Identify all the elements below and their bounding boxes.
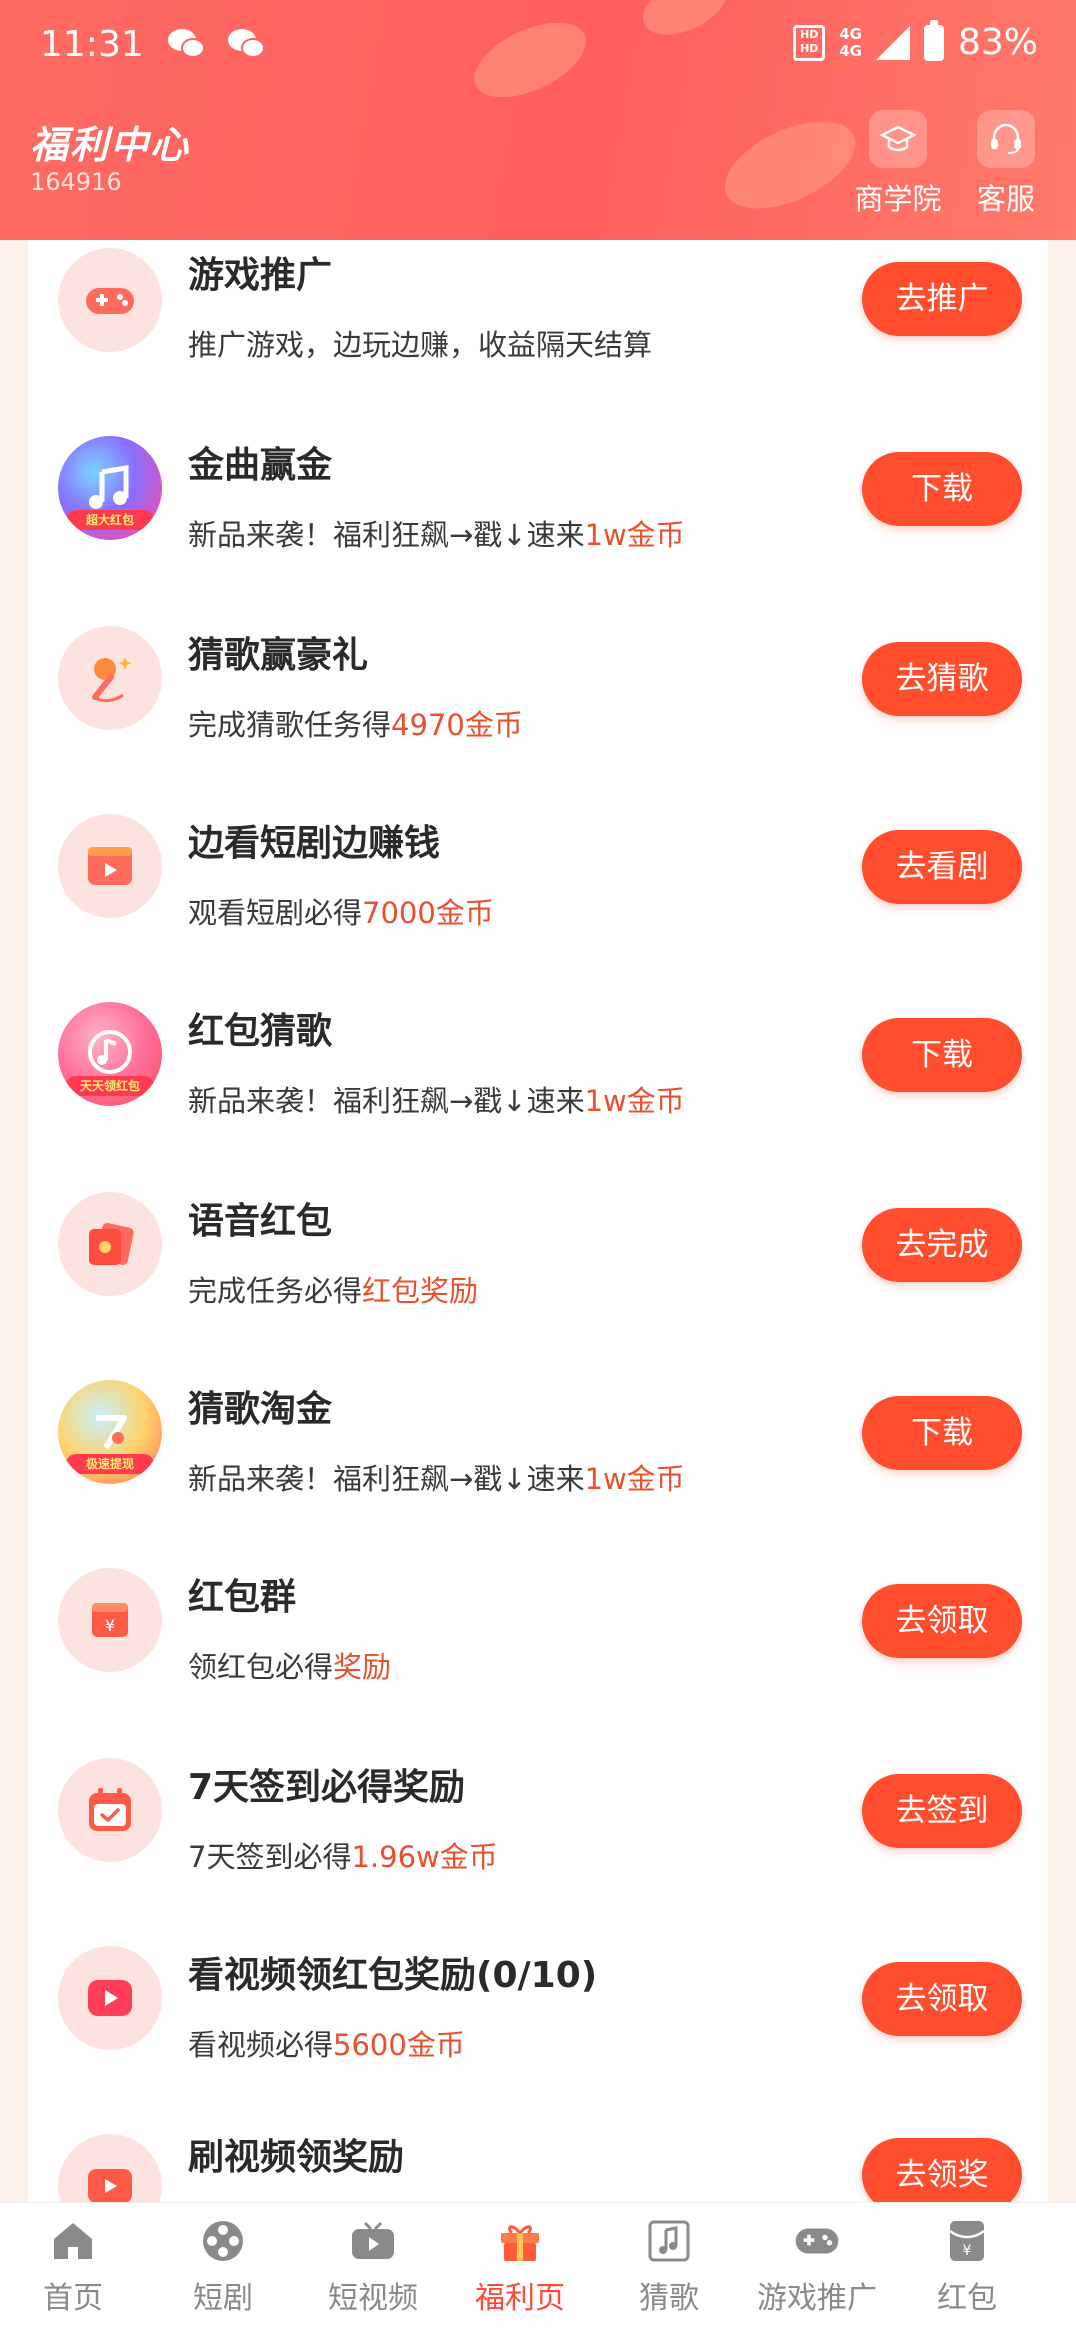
task-title: 游戏推广 <box>188 255 333 296</box>
task-desc: 观看短剧必得7000金币 <box>188 896 494 930</box>
app-music-icon: 天天领红包 <box>58 1002 162 1106</box>
gamepad-icon <box>795 2228 839 2254</box>
microphone-icon <box>58 626 162 730</box>
battery-percent: 83% <box>957 22 1038 63</box>
status-indicators: HD HD 4G 4G 83% <box>793 19 1038 63</box>
graduation-cap-icon <box>880 125 916 152</box>
task-title: 边看短剧边赚钱 <box>188 823 441 864</box>
user-id: 164916 <box>30 168 122 196</box>
page-title: 福利中心 <box>30 123 191 167</box>
task-title: 红包群 <box>188 1577 297 1618</box>
task-row-voice-red-packet: 语音红包 完成任务必得红包奖励 去完成 <box>28 1186 1048 1375</box>
video-icon <box>58 2134 162 2202</box>
task-desc: 看视频必得5600金币 <box>188 2028 465 2062</box>
customer-service-button[interactable]: 客服 <box>952 110 1060 218</box>
task-title: 猜歌赢豪礼 <box>188 635 369 676</box>
red-envelope-icon: ¥ <box>949 2221 985 2261</box>
task-row-game-promotion: 游戏推广 推广游戏，边玩边赚，收益隔天结算 去推广 <box>28 240 1048 429</box>
task-desc: 新品来袭！福利狂飙→戳↓速来1w金币 <box>188 1084 685 1118</box>
gift-icon <box>501 2225 539 2261</box>
home-icon <box>54 2223 92 2259</box>
wechat-icon <box>168 29 205 58</box>
task-row-golden-song: 超大红包 金曲赢金 新品来袭！福利狂飙→戳↓速来1w金币 下载 <box>28 430 1048 619</box>
nav-home[interactable]: 首页 <box>18 2217 128 2317</box>
task-row-red-packet-group: ¥ 红包群 领红包必得奖励 去领取 <box>28 1562 1048 1751</box>
calendar-check-icon <box>58 1758 162 1862</box>
task-row-guess-song-prize: 猜歌赢豪礼 完成猜歌任务得4970金币 去猜歌 <box>28 620 1048 809</box>
download-button[interactable]: 下载 <box>862 1396 1022 1470</box>
claim-reward-button[interactable]: 去领奖 <box>862 2138 1022 2202</box>
guess-song-button[interactable]: 去猜歌 <box>862 642 1022 716</box>
task-row-browse-video: 刷视频领奖励 去领奖 <box>28 2128 1048 2202</box>
nav-welfare[interactable]: 福利页 <box>465 2217 575 2317</box>
headset-icon <box>991 123 1021 154</box>
network-label: 4G 4G <box>839 24 862 60</box>
task-title: 刷视频领奖励 <box>188 2137 405 2178</box>
svg-text:¥: ¥ <box>963 2243 972 2259</box>
bottom-nav: 首页 短剧 短视频 福利页 猜歌 游戏推广 ¥ 红包 <box>0 2202 1076 2329</box>
music-note-icon <box>648 2220 690 2262</box>
nav-short-video[interactable]: 短视频 <box>318 2217 428 2317</box>
nav-short-drama[interactable]: 短剧 <box>168 2217 278 2317</box>
svg-text:¥: ¥ <box>105 1616 115 1635</box>
play-icon <box>58 1946 162 2050</box>
complete-button[interactable]: 去完成 <box>862 1208 1022 1282</box>
task-title: 猜歌淘金 <box>188 1389 333 1430</box>
hd-icon: HD HD <box>793 24 826 61</box>
task-desc: 新品来袭！福利狂飙→戳↓速来1w金币 <box>188 1462 685 1496</box>
task-title: 7天签到必得奖励 <box>188 1767 466 1808</box>
app-music-icon: 超大红包 <box>58 436 162 540</box>
task-desc: 推广游戏，边玩边赚，收益隔天结算 <box>188 328 653 362</box>
task-row-short-drama: 边看短剧边赚钱 观看短剧必得7000金币 去看剧 <box>28 808 1048 997</box>
checkin-button[interactable]: 去签到 <box>862 1774 1022 1848</box>
nav-red-packet[interactable]: ¥ 红包 <box>912 2217 1022 2317</box>
promote-button[interactable]: 去推广 <box>862 262 1022 336</box>
task-list: 游戏推广 推广游戏，边玩边赚，收益隔天结算 去推广 超大红包 金曲赢金 新品来袭… <box>28 240 1048 2202</box>
task-desc: 完成任务必得红包奖励 <box>188 1274 479 1308</box>
claim-button[interactable]: 去领取 <box>862 1962 1022 2036</box>
business-school-button[interactable]: 商学院 <box>844 110 952 218</box>
task-row-watch-video: 看视频领红包奖励(0/10) 看视频必得5600金币 去领取 <box>28 1940 1048 2129</box>
tv-icon <box>352 2221 394 2259</box>
header: 11:31 HD HD 4G 4G 83% 福利中心 164916 商学院 客服 <box>0 0 1076 240</box>
task-title: 金曲赢金 <box>188 445 333 486</box>
battery-icon <box>923 19 944 61</box>
claim-button[interactable]: 去领取 <box>862 1584 1022 1658</box>
download-button[interactable]: 下载 <box>862 452 1022 526</box>
task-title: 看视频领红包奖励(0/10) <box>188 1955 598 1996</box>
yuan-envelope-icon: ¥ <box>58 1568 162 1672</box>
nav-guess-song[interactable]: 猜歌 <box>614 2217 724 2317</box>
video-play-icon <box>58 814 162 918</box>
task-title: 语音红包 <box>188 1201 333 1242</box>
task-row-song-gold: 极速提现 猜歌淘金 新品来袭！福利狂飙→戳↓速来1w金币 下载 <box>28 1374 1048 1563</box>
task-title: 红包猜歌 <box>188 1011 333 1052</box>
status-time: 11:31 <box>40 24 144 65</box>
app-music-icon: 极速提现 <box>58 1380 162 1484</box>
download-button[interactable]: 下载 <box>862 1018 1022 1092</box>
task-row-red-packet-song: 天天领红包 红包猜歌 新品来袭！福利狂飙→戳↓速来1w金币 下载 <box>28 996 1048 1185</box>
gamepad-icon <box>58 248 162 352</box>
nav-game-promotion[interactable]: 游戏推广 <box>742 2217 892 2317</box>
signal-icon <box>875 25 910 60</box>
task-desc: 7天签到必得1.96w金币 <box>188 1840 498 1874</box>
task-desc: 完成猜歌任务得4970金币 <box>188 708 523 742</box>
task-desc: 领红包必得奖励 <box>188 1650 392 1684</box>
task-row-checkin: 7天签到必得奖励 7天签到必得1.96w金币 去签到 <box>28 1752 1048 1941</box>
task-desc: 新品来袭！福利狂飙→戳↓速来1w金币 <box>188 518 685 552</box>
film-reel-icon <box>203 2221 243 2261</box>
wechat-icon <box>228 29 265 58</box>
status-bar: 11:31 HD HD 4G 4G 83% <box>0 0 1076 92</box>
watch-drama-button[interactable]: 去看剧 <box>862 830 1022 904</box>
red-envelope-icon <box>58 1192 162 1296</box>
